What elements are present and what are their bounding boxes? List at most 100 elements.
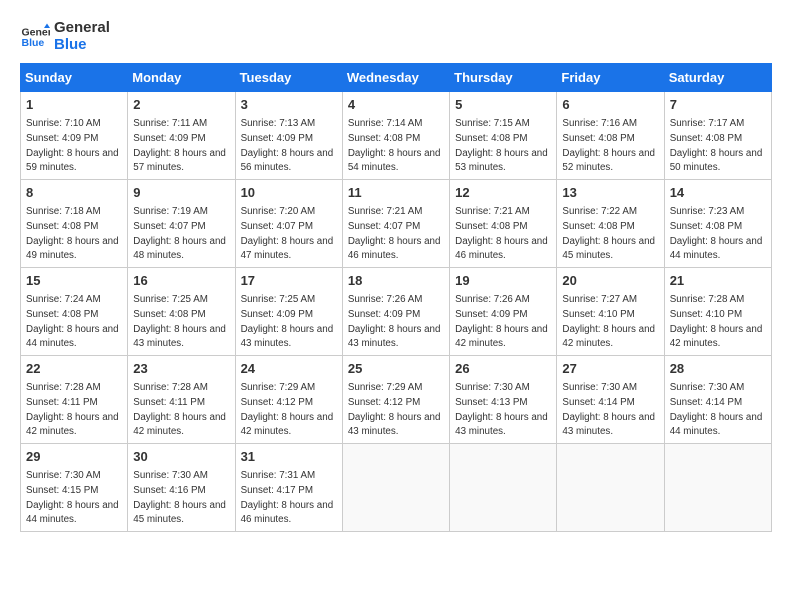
week-row-2: 8 Sunrise: 7:18 AMSunset: 4:08 PMDaylight… [21,180,772,268]
day-info: Sunrise: 7:23 AMSunset: 4:08 PMDaylight:… [670,206,763,261]
day-info: Sunrise: 7:30 AMSunset: 4:13 PMDaylight:… [455,382,548,437]
calendar-cell: 28 Sunrise: 7:30 AMSunset: 4:14 PMDayligh… [664,356,771,444]
day-number: 25 [348,360,444,378]
day-number: 7 [670,96,766,114]
logo: General Blue General Blue [20,20,110,53]
logo-line2: Blue [54,37,110,54]
day-info: Sunrise: 7:29 AMSunset: 4:12 PMDaylight:… [241,382,334,437]
calendar-cell: 31Sunrise: 7:31 AMSunset: 4:17 PMDayligh… [235,444,342,532]
day-info: Sunrise: 7:28 AMSunset: 4:10 PMDaylight:… [670,294,763,349]
day-number: 21 [670,272,766,290]
day-number: 13 [562,184,658,202]
calendar-cell: 30 Sunrise: 7:30 AMSunset: 4:16 PMDayligh… [128,444,235,532]
calendar-cell [342,444,449,532]
calendar-cell [557,444,664,532]
day-number: 9 [133,184,229,202]
day-number: 22 [26,360,122,378]
calendar-cell: 4 Sunrise: 7:14 AMSunset: 4:08 PMDaylight… [342,92,449,180]
day-number: 20 [562,272,658,290]
day-number: 28 [670,360,766,378]
header-day-thursday: Thursday [450,64,557,92]
day-info: Sunrise: 7:26 AMSunset: 4:09 PMDaylight:… [455,294,548,349]
day-number: 15 [26,272,122,290]
day-number: 14 [670,184,766,202]
day-number: 30 [133,448,229,466]
calendar-cell: 7Sunrise: 7:17 AMSunset: 4:08 PMDaylight… [664,92,771,180]
day-number: 11 [348,184,444,202]
week-row-5: 29Sunrise: 7:30 AMSunset: 4:15 PMDayligh… [21,444,772,532]
week-row-1: 1 Sunrise: 7:10 AMSunset: 4:09 PMDaylight… [21,92,772,180]
header-day-saturday: Saturday [664,64,771,92]
day-number: 16 [133,272,229,290]
calendar-table: SundayMondayTuesdayWednesdayThursdayFrid… [20,63,772,532]
calendar-cell: 25 Sunrise: 7:29 AMSunset: 4:12 PMDayligh… [342,356,449,444]
header-day-sunday: Sunday [21,64,128,92]
day-number: 1 [26,96,122,114]
day-info: Sunrise: 7:30 AMSunset: 4:14 PMDaylight:… [670,382,763,437]
calendar-cell: 19 Sunrise: 7:26 AMSunset: 4:09 PMDayligh… [450,268,557,356]
header-row: SundayMondayTuesdayWednesdayThursdayFrid… [21,64,772,92]
day-number: 17 [241,272,337,290]
calendar-cell: 29Sunrise: 7:30 AMSunset: 4:15 PMDayligh… [21,444,128,532]
day-number: 5 [455,96,551,114]
day-number: 12 [455,184,551,202]
day-info: Sunrise: 7:13 AMSunset: 4:09 PMDaylight:… [241,118,334,173]
day-number: 2 [133,96,229,114]
day-number: 4 [348,96,444,114]
calendar-cell: 21 Sunrise: 7:28 AMSunset: 4:10 PMDayligh… [664,268,771,356]
day-info: Sunrise: 7:10 AMSunset: 4:09 PMDaylight:… [26,118,119,173]
day-info: Sunrise: 7:27 AMSunset: 4:10 PMDaylight:… [562,294,655,349]
day-number: 23 [133,360,229,378]
day-info: Sunrise: 7:25 AMSunset: 4:08 PMDaylight:… [133,294,226,349]
day-info: Sunrise: 7:31 AMSunset: 4:17 PMDaylight:… [241,470,334,525]
calendar-cell [450,444,557,532]
day-number: 19 [455,272,551,290]
calendar-cell: 8 Sunrise: 7:18 AMSunset: 4:08 PMDaylight… [21,180,128,268]
calendar-cell: 14 Sunrise: 7:23 AMSunset: 4:08 PMDayligh… [664,180,771,268]
calendar-cell: 22 Sunrise: 7:28 AMSunset: 4:11 PMDayligh… [21,356,128,444]
week-row-4: 22 Sunrise: 7:28 AMSunset: 4:11 PMDayligh… [21,356,772,444]
day-number: 6 [562,96,658,114]
calendar-cell: 13Sunrise: 7:22 AMSunset: 4:08 PMDayligh… [557,180,664,268]
calendar-cell: 5 Sunrise: 7:15 AMSunset: 4:08 PMDaylight… [450,92,557,180]
calendar-cell: 10 Sunrise: 7:20 AMSunset: 4:07 PMDayligh… [235,180,342,268]
calendar-cell: 15 Sunrise: 7:24 AMSunset: 4:08 PMDayligh… [21,268,128,356]
calendar-cell: 17 Sunrise: 7:25 AMSunset: 4:09 PMDayligh… [235,268,342,356]
calendar-cell: 9Sunrise: 7:19 AMSunset: 4:07 PMDaylight… [128,180,235,268]
day-info: Sunrise: 7:28 AMSunset: 4:11 PMDaylight:… [26,382,119,437]
day-info: Sunrise: 7:14 AMSunset: 4:08 PMDaylight:… [348,118,441,173]
svg-text:Blue: Blue [22,37,45,49]
calendar-cell: 18Sunrise: 7:26 AMSunset: 4:09 PMDayligh… [342,268,449,356]
calendar-cell: 6 Sunrise: 7:16 AMSunset: 4:08 PMDaylight… [557,92,664,180]
day-info: Sunrise: 7:25 AMSunset: 4:09 PMDaylight:… [241,294,334,349]
calendar-cell: 24 Sunrise: 7:29 AMSunset: 4:12 PMDayligh… [235,356,342,444]
day-info: Sunrise: 7:30 AMSunset: 4:15 PMDaylight:… [26,470,119,525]
day-info: Sunrise: 7:21 AMSunset: 4:08 PMDaylight:… [455,206,548,261]
calendar-cell: 12 Sunrise: 7:21 AMSunset: 4:08 PMDayligh… [450,180,557,268]
day-info: Sunrise: 7:15 AMSunset: 4:08 PMDaylight:… [455,118,548,173]
calendar-cell: 2 Sunrise: 7:11 AMSunset: 4:09 PMDaylight… [128,92,235,180]
day-number: 10 [241,184,337,202]
calendar-cell: 11 Sunrise: 7:21 AMSunset: 4:07 PMDayligh… [342,180,449,268]
calendar-cell: 16 Sunrise: 7:25 AMSunset: 4:08 PMDayligh… [128,268,235,356]
header-day-friday: Friday [557,64,664,92]
week-row-3: 15 Sunrise: 7:24 AMSunset: 4:08 PMDayligh… [21,268,772,356]
header-day-monday: Monday [128,64,235,92]
day-info: Sunrise: 7:21 AMSunset: 4:07 PMDaylight:… [348,206,441,261]
day-number: 24 [241,360,337,378]
calendar-cell: 3Sunrise: 7:13 AMSunset: 4:09 PMDaylight… [235,92,342,180]
calendar-cell: 26 Sunrise: 7:30 AMSunset: 4:13 PMDayligh… [450,356,557,444]
day-info: Sunrise: 7:24 AMSunset: 4:08 PMDaylight:… [26,294,119,349]
day-info: Sunrise: 7:11 AMSunset: 4:09 PMDaylight:… [133,118,226,173]
day-info: Sunrise: 7:16 AMSunset: 4:08 PMDaylight:… [562,118,655,173]
day-number: 8 [26,184,122,202]
day-info: Sunrise: 7:29 AMSunset: 4:12 PMDaylight:… [348,382,441,437]
calendar-cell: 27Sunrise: 7:30 AMSunset: 4:14 PMDayligh… [557,356,664,444]
day-info: Sunrise: 7:30 AMSunset: 4:16 PMDaylight:… [133,470,226,525]
calendar-cell [664,444,771,532]
calendar-cell: 23Sunrise: 7:28 AMSunset: 4:11 PMDayligh… [128,356,235,444]
day-info: Sunrise: 7:18 AMSunset: 4:08 PMDaylight:… [26,206,119,261]
day-info: Sunrise: 7:30 AMSunset: 4:14 PMDaylight:… [562,382,655,437]
day-number: 26 [455,360,551,378]
day-info: Sunrise: 7:20 AMSunset: 4:07 PMDaylight:… [241,206,334,261]
